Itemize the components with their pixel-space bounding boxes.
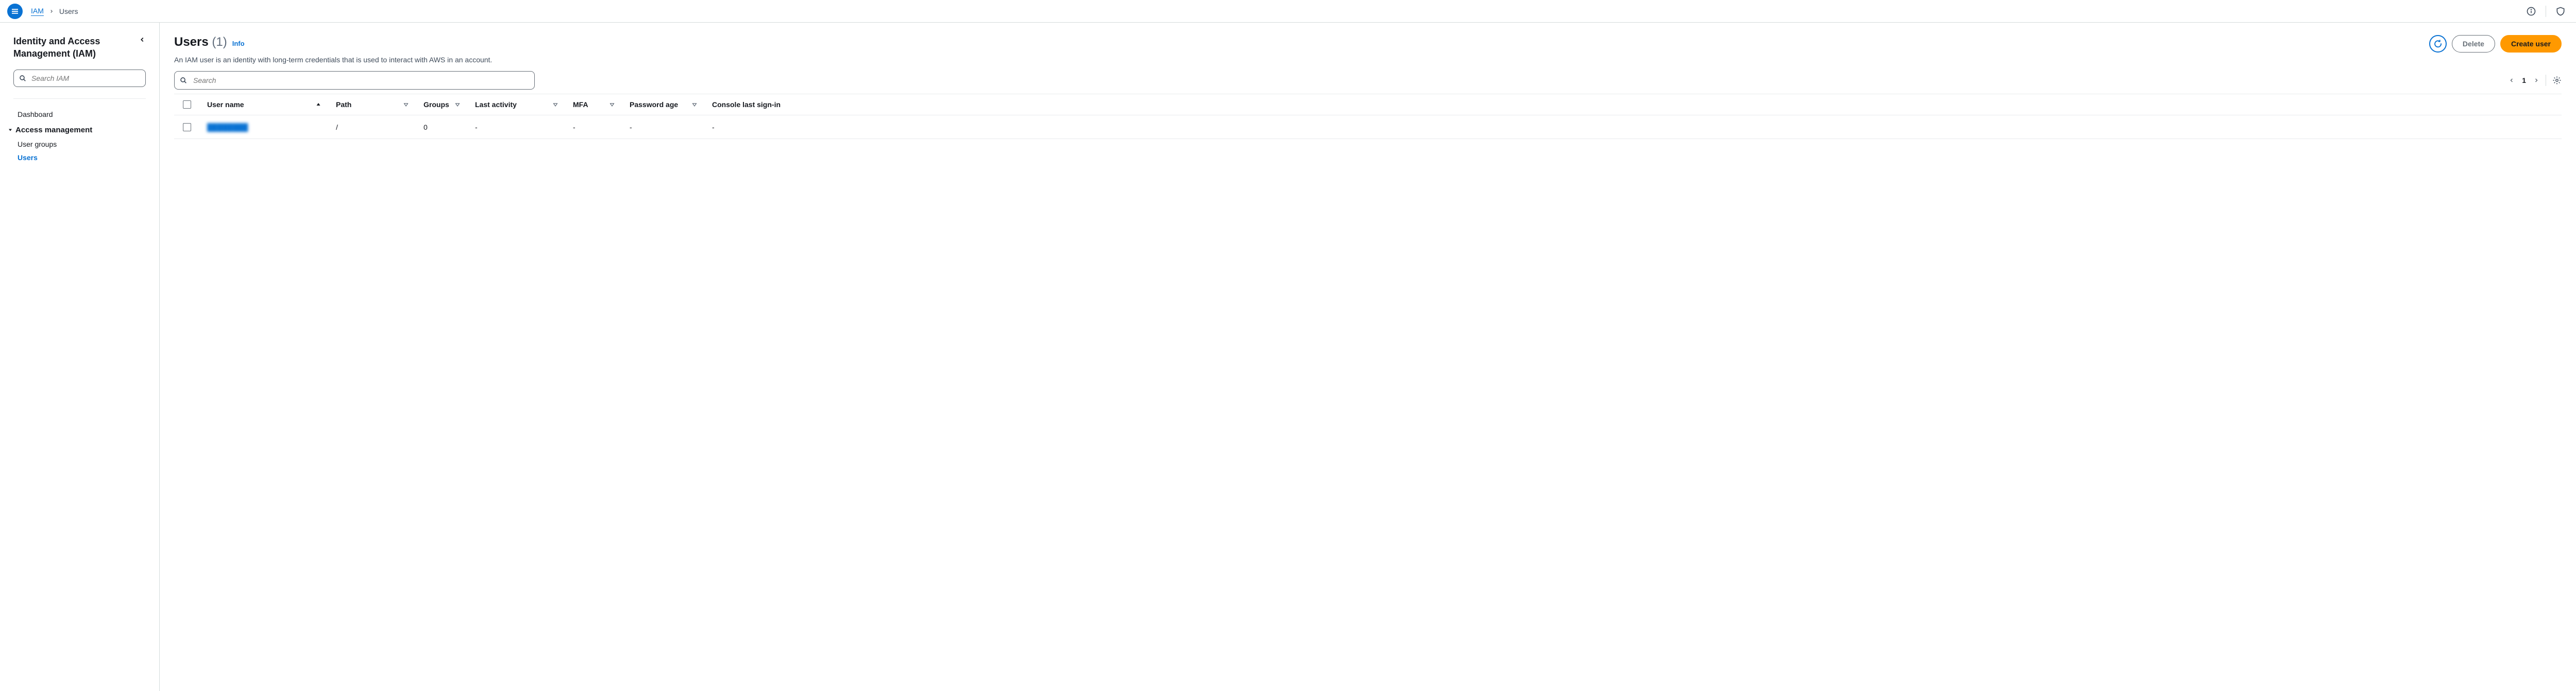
divider [13, 98, 146, 99]
cell-groups: 0 [416, 123, 468, 131]
column-header-mfa[interactable]: MFA [566, 100, 622, 109]
chevron-right-icon [2533, 77, 2539, 83]
search-icon [19, 74, 27, 82]
chevron-left-icon [2509, 77, 2515, 83]
gear-icon [2552, 76, 2562, 85]
sort-icon [691, 101, 698, 108]
sidebar-title: Identity and Access Management (IAM) [13, 35, 139, 60]
chevron-left-icon [139, 36, 146, 43]
refresh-icon [2433, 39, 2443, 48]
table-toolbar-right: 1 [2509, 75, 2562, 86]
column-header-username[interactable]: User name [200, 100, 329, 109]
sort-icon [403, 101, 409, 108]
page-title-count: (1) [212, 35, 227, 49]
column-label: Last activity [475, 100, 517, 109]
nav-dashboard[interactable]: Dashboard [13, 107, 146, 122]
sort-icon [609, 101, 615, 108]
column-header-path[interactable]: Path [329, 100, 416, 109]
delete-button[interactable]: Delete [2452, 35, 2495, 53]
table-search [174, 71, 535, 90]
cell-last-activity: - [468, 123, 566, 131]
breadcrumb-root-link[interactable]: IAM [31, 7, 44, 16]
users-table: User name Path Groups Last activity [174, 94, 2562, 139]
hamburger-menu-button[interactable] [7, 4, 23, 19]
table-settings-button[interactable] [2552, 76, 2562, 85]
table-header-row: User name Path Groups Last activity [174, 94, 2562, 115]
header-actions [2526, 6, 2566, 17]
user-link[interactable]: ████████ [207, 123, 248, 131]
column-header-groups[interactable]: Groups [416, 100, 468, 109]
sidebar-search [13, 70, 146, 87]
refresh-button[interactable] [2429, 35, 2447, 53]
caret-down-icon [7, 127, 13, 133]
page-title-row: Users (1) Info [174, 35, 245, 49]
sort-icon [552, 101, 558, 108]
nav-section-label: Access management [15, 126, 92, 134]
cell-mfa: - [566, 123, 622, 131]
chevron-right-icon [49, 9, 54, 14]
top-header: IAM Users [0, 0, 2576, 23]
main-layout: Identity and Access Management (IAM) Das… [0, 23, 2576, 691]
create-user-button[interactable]: Create user [2500, 35, 2562, 53]
row-checkbox[interactable] [183, 123, 191, 131]
column-label: MFA [573, 100, 588, 109]
column-label: Path [336, 100, 351, 109]
nav-user-groups[interactable]: User groups [13, 137, 146, 151]
row-checkbox-cell [174, 123, 200, 131]
pagination-next-button[interactable] [2533, 77, 2539, 83]
info-icon [2526, 6, 2536, 16]
sidebar-collapse-button[interactable] [139, 35, 146, 43]
content-header: Users (1) Info Delete Create user [174, 35, 2562, 53]
content: Users (1) Info Delete Create user An IAM… [160, 23, 2576, 691]
page-title-text: Users [174, 35, 209, 49]
column-header-checkbox [174, 100, 200, 109]
sidebar-search-input[interactable] [13, 70, 146, 87]
column-label: Console last sign-in [712, 100, 781, 109]
nav-section-access-management[interactable]: Access management [7, 122, 146, 137]
column-label: User name [207, 100, 244, 109]
hamburger-icon [10, 7, 20, 16]
shield-icon-button[interactable] [2555, 6, 2566, 16]
table-toolbar: 1 [174, 71, 2562, 90]
shield-icon [2555, 6, 2566, 16]
table-row: ████████ / 0 - - - - [174, 115, 2562, 139]
column-label: Groups [423, 100, 449, 109]
column-header-console-signin[interactable]: Console last sign-in [705, 100, 2562, 109]
breadcrumb-current: Users [59, 7, 78, 15]
search-icon [179, 76, 188, 84]
table-search-input[interactable] [174, 71, 535, 90]
cell-password-age: - [622, 123, 705, 131]
sort-icon [454, 101, 461, 108]
cell-path: / [329, 123, 416, 131]
pagination-prev-button[interactable] [2509, 77, 2515, 83]
page-subtitle: An IAM user is an identity with long-ter… [174, 56, 2562, 64]
pagination-page-number: 1 [2522, 76, 2526, 84]
info-link[interactable]: Info [232, 40, 245, 47]
breadcrumb: IAM Users [31, 7, 78, 16]
sidebar: Identity and Access Management (IAM) Das… [0, 23, 160, 691]
cell-username: ████████ [200, 123, 329, 131]
select-all-checkbox[interactable] [183, 100, 191, 109]
column-header-password-age[interactable]: Password age [622, 100, 705, 109]
actions: Delete Create user [2429, 35, 2562, 53]
cell-console-signin: - [705, 123, 2562, 131]
nav-users[interactable]: Users [13, 151, 146, 164]
column-label: Password age [630, 100, 678, 109]
sidebar-header: Identity and Access Management (IAM) [13, 35, 146, 60]
column-header-last-activity[interactable]: Last activity [468, 100, 566, 109]
info-icon-button[interactable] [2526, 6, 2536, 16]
pagination: 1 [2509, 76, 2539, 84]
page-title: Users (1) [174, 35, 227, 49]
sort-asc-icon [315, 101, 321, 108]
